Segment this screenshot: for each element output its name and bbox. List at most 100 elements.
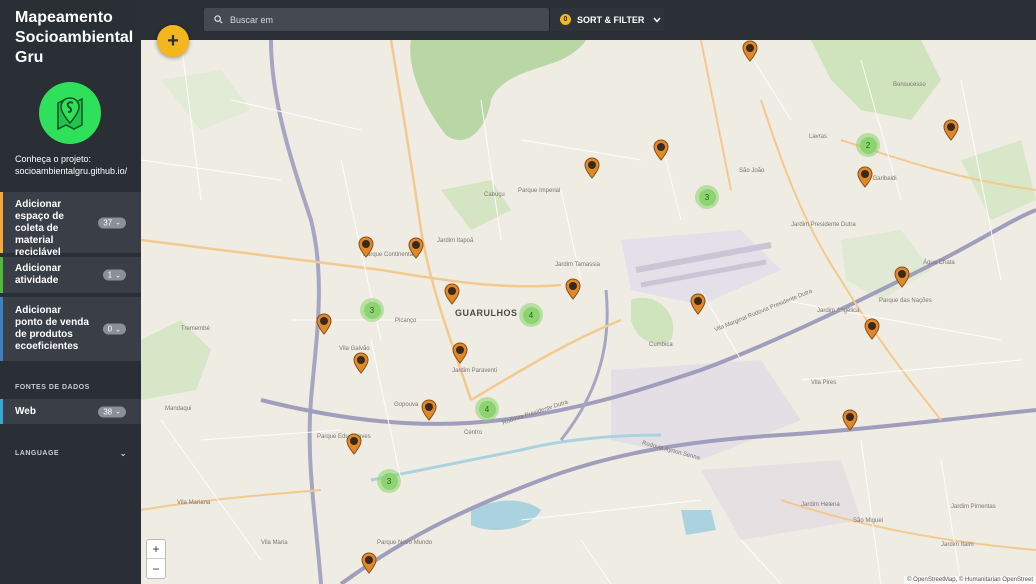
map-cluster[interactable]: 4 — [475, 397, 499, 421]
cluster-count: 2 — [859, 136, 877, 154]
category-activity[interactable]: Adicionar atividade 1 ⌄ — [0, 257, 141, 293]
cluster-count: 3 — [698, 188, 716, 206]
project-link[interactable]: Conheça o projeto: socioambientalgru.git… — [15, 153, 139, 177]
filter-count-badge: 0 — [560, 14, 571, 25]
search-placeholder: Buscar em — [230, 14, 274, 25]
map-cluster[interactable]: 2 — [856, 133, 880, 157]
map-pin-icon — [353, 352, 369, 374]
map-cluster[interactable]: 4 — [519, 303, 543, 327]
map-label: Jardim Paraventi — [452, 368, 498, 374]
add-entry-button[interactable]: + — [157, 25, 189, 57]
map-label: Parque Novo Mundo — [377, 540, 433, 546]
map-label: Parque das Nações — [879, 298, 932, 304]
cluster-count: 3 — [363, 301, 381, 319]
sort-filter-button[interactable]: 0 SORT & FILTER — [549, 8, 664, 31]
category-count-badge[interactable]: 1 ⌄ — [102, 269, 126, 281]
cluster-count: 3 — [380, 472, 398, 490]
map-label: Gopouva — [394, 402, 419, 408]
map-marker[interactable] — [408, 237, 424, 259]
map-marker[interactable] — [361, 552, 377, 574]
map-cluster[interactable]: 3 — [377, 469, 401, 493]
map-label: São Miguel — [853, 518, 884, 524]
chevron-down-icon: ⌄ — [115, 326, 121, 333]
map-pin-icon — [444, 283, 460, 305]
map-label: Jardim Helena — [801, 502, 840, 508]
map-marker[interactable] — [943, 119, 959, 141]
chevron-down-icon: ⌄ — [115, 408, 121, 416]
search-input[interactable]: Buscar em — [204, 8, 549, 31]
app-window: Mapeamento Socioambiental Gru Conheça o … — [0, 0, 1036, 584]
logo[interactable] — [39, 82, 101, 144]
map-pin-icon — [864, 318, 880, 340]
map-pin-icon — [842, 409, 858, 431]
zoom-in-button[interactable]: + — [147, 540, 165, 559]
map-label: Bonsucesso — [893, 82, 926, 88]
chevron-down-icon: ⌄ — [115, 272, 121, 279]
map-cluster[interactable]: 3 — [360, 298, 384, 322]
map-pin-icon — [653, 139, 669, 161]
map-pin-logo-icon — [57, 97, 83, 131]
map-marker[interactable] — [690, 293, 706, 315]
map-marker[interactable] — [864, 318, 880, 340]
category-recycling[interactable]: Adicionar espaço de coleta de material r… — [0, 192, 141, 258]
top-bar: Buscar em 0 SORT & FILTER — [141, 0, 1036, 40]
map[interactable]: GUARULHOS Parque Continental Jardim Itap… — [141, 40, 1036, 584]
category-count-badge[interactable]: 0 ⌄ — [102, 323, 126, 335]
source-count-badge[interactable]: 38 ⌄ — [98, 406, 126, 417]
count-value: 1 — [107, 270, 113, 280]
map-pin-icon — [361, 552, 377, 574]
zoom-control: + − — [146, 539, 166, 579]
count-value: 0 — [107, 324, 113, 334]
sort-filter-label: SORT & FILTER — [577, 14, 645, 25]
map-pin-icon — [346, 433, 362, 455]
map-pin-icon — [358, 236, 374, 258]
map-label: Mandaqui — [165, 406, 192, 412]
map-marker[interactable] — [452, 342, 468, 364]
map-pin-icon — [316, 313, 332, 335]
map-marker[interactable] — [353, 352, 369, 374]
map-marker[interactable] — [565, 278, 581, 300]
chevron-down-icon — [653, 17, 661, 23]
map-marker[interactable] — [358, 236, 374, 258]
source-label: Web — [15, 406, 36, 417]
map-label: Jardim Itaim — [941, 542, 974, 548]
map-label: Jardim Itapoã — [437, 238, 474, 244]
map-label: São João — [739, 168, 765, 174]
map-marker[interactable] — [444, 283, 460, 305]
map-marker[interactable] — [742, 40, 758, 62]
map-label: Picanço — [395, 318, 417, 324]
map-attribution: © OpenStreetMap, © Humanitarian OpenStre… — [904, 576, 1036, 584]
source-web[interactable]: Web 38 ⌄ — [0, 399, 141, 424]
map-label: Vila Maria — [261, 540, 288, 546]
map-pin-icon — [857, 166, 873, 188]
map-label: Água Chata — [923, 260, 955, 266]
map-marker[interactable] — [857, 166, 873, 188]
count-value: 38 — [103, 407, 113, 416]
category-label: Adicionar atividade — [15, 263, 62, 286]
map-marker[interactable] — [584, 157, 600, 179]
map-marker[interactable] — [894, 266, 910, 288]
map-marker[interactable] — [316, 313, 332, 335]
language-toggle[interactable]: LANGUAGE ⌄ — [15, 449, 127, 458]
map-label: Vila Mariana — [177, 500, 211, 506]
map-label: Jardim Pimentas — [951, 504, 996, 510]
map-marker[interactable] — [346, 433, 362, 455]
map-label: Cumbica — [649, 342, 673, 348]
map-tiles[interactable] — [141, 40, 1036, 584]
map-marker[interactable] — [421, 399, 437, 421]
map-marker[interactable] — [842, 409, 858, 431]
map-pin-icon — [452, 342, 468, 364]
sources-heading: FONTES DE DADOS — [15, 384, 90, 391]
map-pin-icon — [584, 157, 600, 179]
category-count-badge[interactable]: 37 ⌄ — [98, 217, 126, 228]
map-label: Centro — [464, 430, 483, 436]
map-pin-icon — [565, 278, 581, 300]
map-marker[interactable] — [653, 139, 669, 161]
category-eco-products[interactable]: Adicionar ponto de venda de produtos eco… — [0, 297, 141, 361]
map-cluster[interactable]: 3 — [695, 185, 719, 209]
map-label: Parque Edu Chaves — [317, 434, 371, 440]
category-label: Adicionar espaço de coleta de material r… — [15, 199, 64, 258]
category-label: Adicionar ponto de venda de produtos eco… — [15, 305, 89, 352]
zoom-out-button[interactable]: − — [147, 559, 165, 578]
map-pin-icon — [408, 237, 424, 259]
